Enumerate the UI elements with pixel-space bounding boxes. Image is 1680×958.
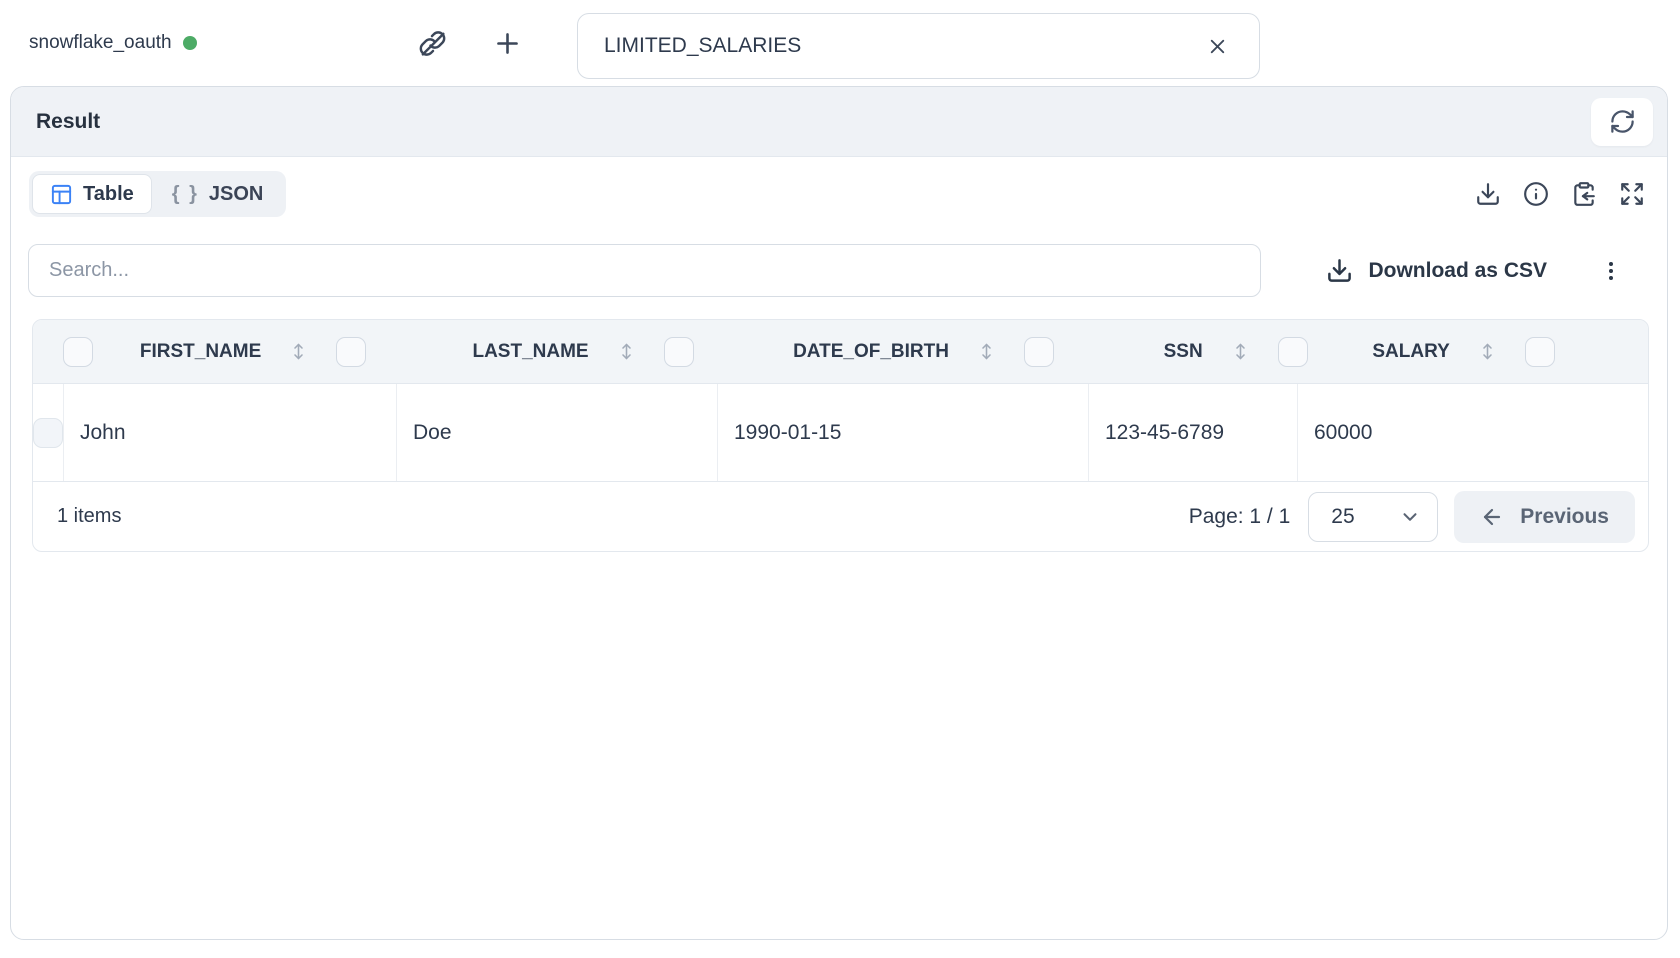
row-checkbox[interactable] — [33, 418, 63, 448]
download-csv-label: Download as CSV — [1368, 259, 1547, 283]
sort-arrows-icon — [1230, 340, 1251, 363]
cell-first-name[interactable]: John — [63, 384, 396, 481]
table-header-row: FIRST_NAME LAST_NAME — [33, 320, 1648, 384]
top-bar: snowflake_oauth LIMITED_SALARIES — [0, 0, 1680, 86]
column-label: FIRST_NAME — [140, 341, 261, 363]
sort-button[interactable] — [616, 340, 637, 363]
tab-title: LIMITED_SALARIES — [604, 34, 801, 58]
tab-close-button[interactable] — [1206, 35, 1229, 58]
sort-button[interactable] — [1230, 340, 1251, 363]
refresh-button[interactable] — [1591, 98, 1653, 146]
result-title: Result — [36, 110, 100, 134]
search-input[interactable] — [28, 244, 1261, 297]
column-label: SSN — [1164, 341, 1203, 363]
column-checkbox[interactable] — [1525, 337, 1555, 367]
sort-arrows-icon — [616, 340, 637, 363]
sort-button[interactable] — [976, 340, 997, 363]
result-panel: Result Table — [10, 86, 1668, 940]
tab-table-view[interactable]: Table — [32, 174, 152, 214]
header-cell-first-name: FIRST_NAME — [124, 337, 457, 367]
table-options-menu-button[interactable] — [1599, 257, 1623, 285]
search-row: Download as CSV — [11, 217, 1667, 297]
header-cell-select — [33, 337, 124, 367]
cell-last-name[interactable]: Doe — [396, 384, 717, 481]
braces-icon: { } — [172, 183, 199, 206]
info-icon — [1523, 181, 1549, 207]
download-icon — [1475, 181, 1501, 207]
table-view-label: Table — [83, 183, 134, 206]
fullscreen-button[interactable] — [1619, 181, 1645, 207]
kebab-menu-icon — [1599, 257, 1623, 285]
json-view-label: JSON — [209, 183, 263, 206]
header-cell-ssn: SSN — [1148, 337, 1357, 367]
expand-icon — [1619, 181, 1645, 207]
page-size-value: 25 — [1331, 505, 1354, 529]
sort-button[interactable] — [1477, 340, 1498, 363]
column-checkbox[interactable] — [336, 337, 366, 367]
chevron-down-icon — [1399, 506, 1421, 528]
table-footer: 1 items Page: 1 / 1 25 — [33, 482, 1648, 551]
sort-arrows-icon — [288, 340, 309, 363]
column-checkbox[interactable] — [1024, 337, 1054, 367]
pagination-controls: Page: 1 / 1 25 Previous — [1189, 491, 1635, 543]
plus-icon — [492, 28, 523, 59]
close-icon — [1206, 35, 1229, 58]
header-cell-date-of-birth: DATE_OF_BIRTH — [777, 337, 1148, 367]
connection-name: snowflake_oauth — [29, 32, 172, 54]
previous-label: Previous — [1520, 505, 1609, 529]
column-label: LAST_NAME — [472, 341, 588, 363]
tab-json-view[interactable]: { } JSON — [152, 174, 284, 214]
column-label: SALARY — [1372, 341, 1449, 363]
result-toolbar: Table { } JSON — [11, 157, 1667, 217]
connection-indicator: snowflake_oauth — [29, 0, 197, 86]
cell-salary[interactable]: 60000 — [1297, 384, 1589, 481]
select-all-checkbox[interactable] — [63, 337, 93, 367]
clipboard-paste-icon — [1571, 181, 1597, 207]
unlink-icon — [418, 29, 447, 58]
sort-button[interactable] — [288, 340, 309, 363]
result-action-icons — [1475, 181, 1645, 207]
copy-result-button[interactable] — [1571, 181, 1597, 207]
refresh-icon — [1609, 108, 1636, 135]
column-checkbox[interactable] — [1278, 337, 1308, 367]
arrow-left-icon — [1480, 505, 1504, 529]
page-size-select[interactable]: 25 — [1308, 492, 1438, 542]
connection-status-dot — [183, 36, 197, 50]
cell-ssn[interactable]: 123-45-6789 — [1088, 384, 1297, 481]
download-csv-button[interactable]: Download as CSV — [1326, 257, 1547, 284]
download-icon — [1326, 257, 1353, 284]
result-table: FIRST_NAME LAST_NAME — [32, 319, 1649, 552]
previous-page-button[interactable]: Previous — [1454, 491, 1635, 543]
disconnect-button[interactable] — [418, 29, 447, 58]
table-row[interactable]: John Doe 1990-01-15 123-45-6789 60000 — [33, 384, 1648, 482]
view-toggle-group: Table { } JSON — [29, 171, 286, 217]
column-label: DATE_OF_BIRTH — [793, 341, 949, 363]
download-result-button[interactable] — [1475, 181, 1501, 207]
sort-arrows-icon — [976, 340, 997, 363]
column-checkbox[interactable] — [664, 337, 694, 367]
header-cell-last-name: LAST_NAME — [456, 337, 777, 367]
cell-date-of-birth[interactable]: 1990-01-15 — [717, 384, 1088, 481]
new-tab-button[interactable] — [492, 28, 523, 59]
result-info-button[interactable] — [1523, 181, 1549, 207]
result-header-bar: Result — [11, 87, 1667, 157]
row-select-cell — [33, 384, 63, 481]
page-indicator: Page: 1 / 1 — [1189, 505, 1291, 529]
header-cell-salary: SALARY — [1356, 337, 1648, 367]
tab-limited-salaries[interactable]: LIMITED_SALARIES — [577, 13, 1260, 79]
table-icon — [50, 183, 73, 206]
items-count: 1 items — [57, 505, 121, 528]
sort-arrows-icon — [1477, 340, 1498, 363]
